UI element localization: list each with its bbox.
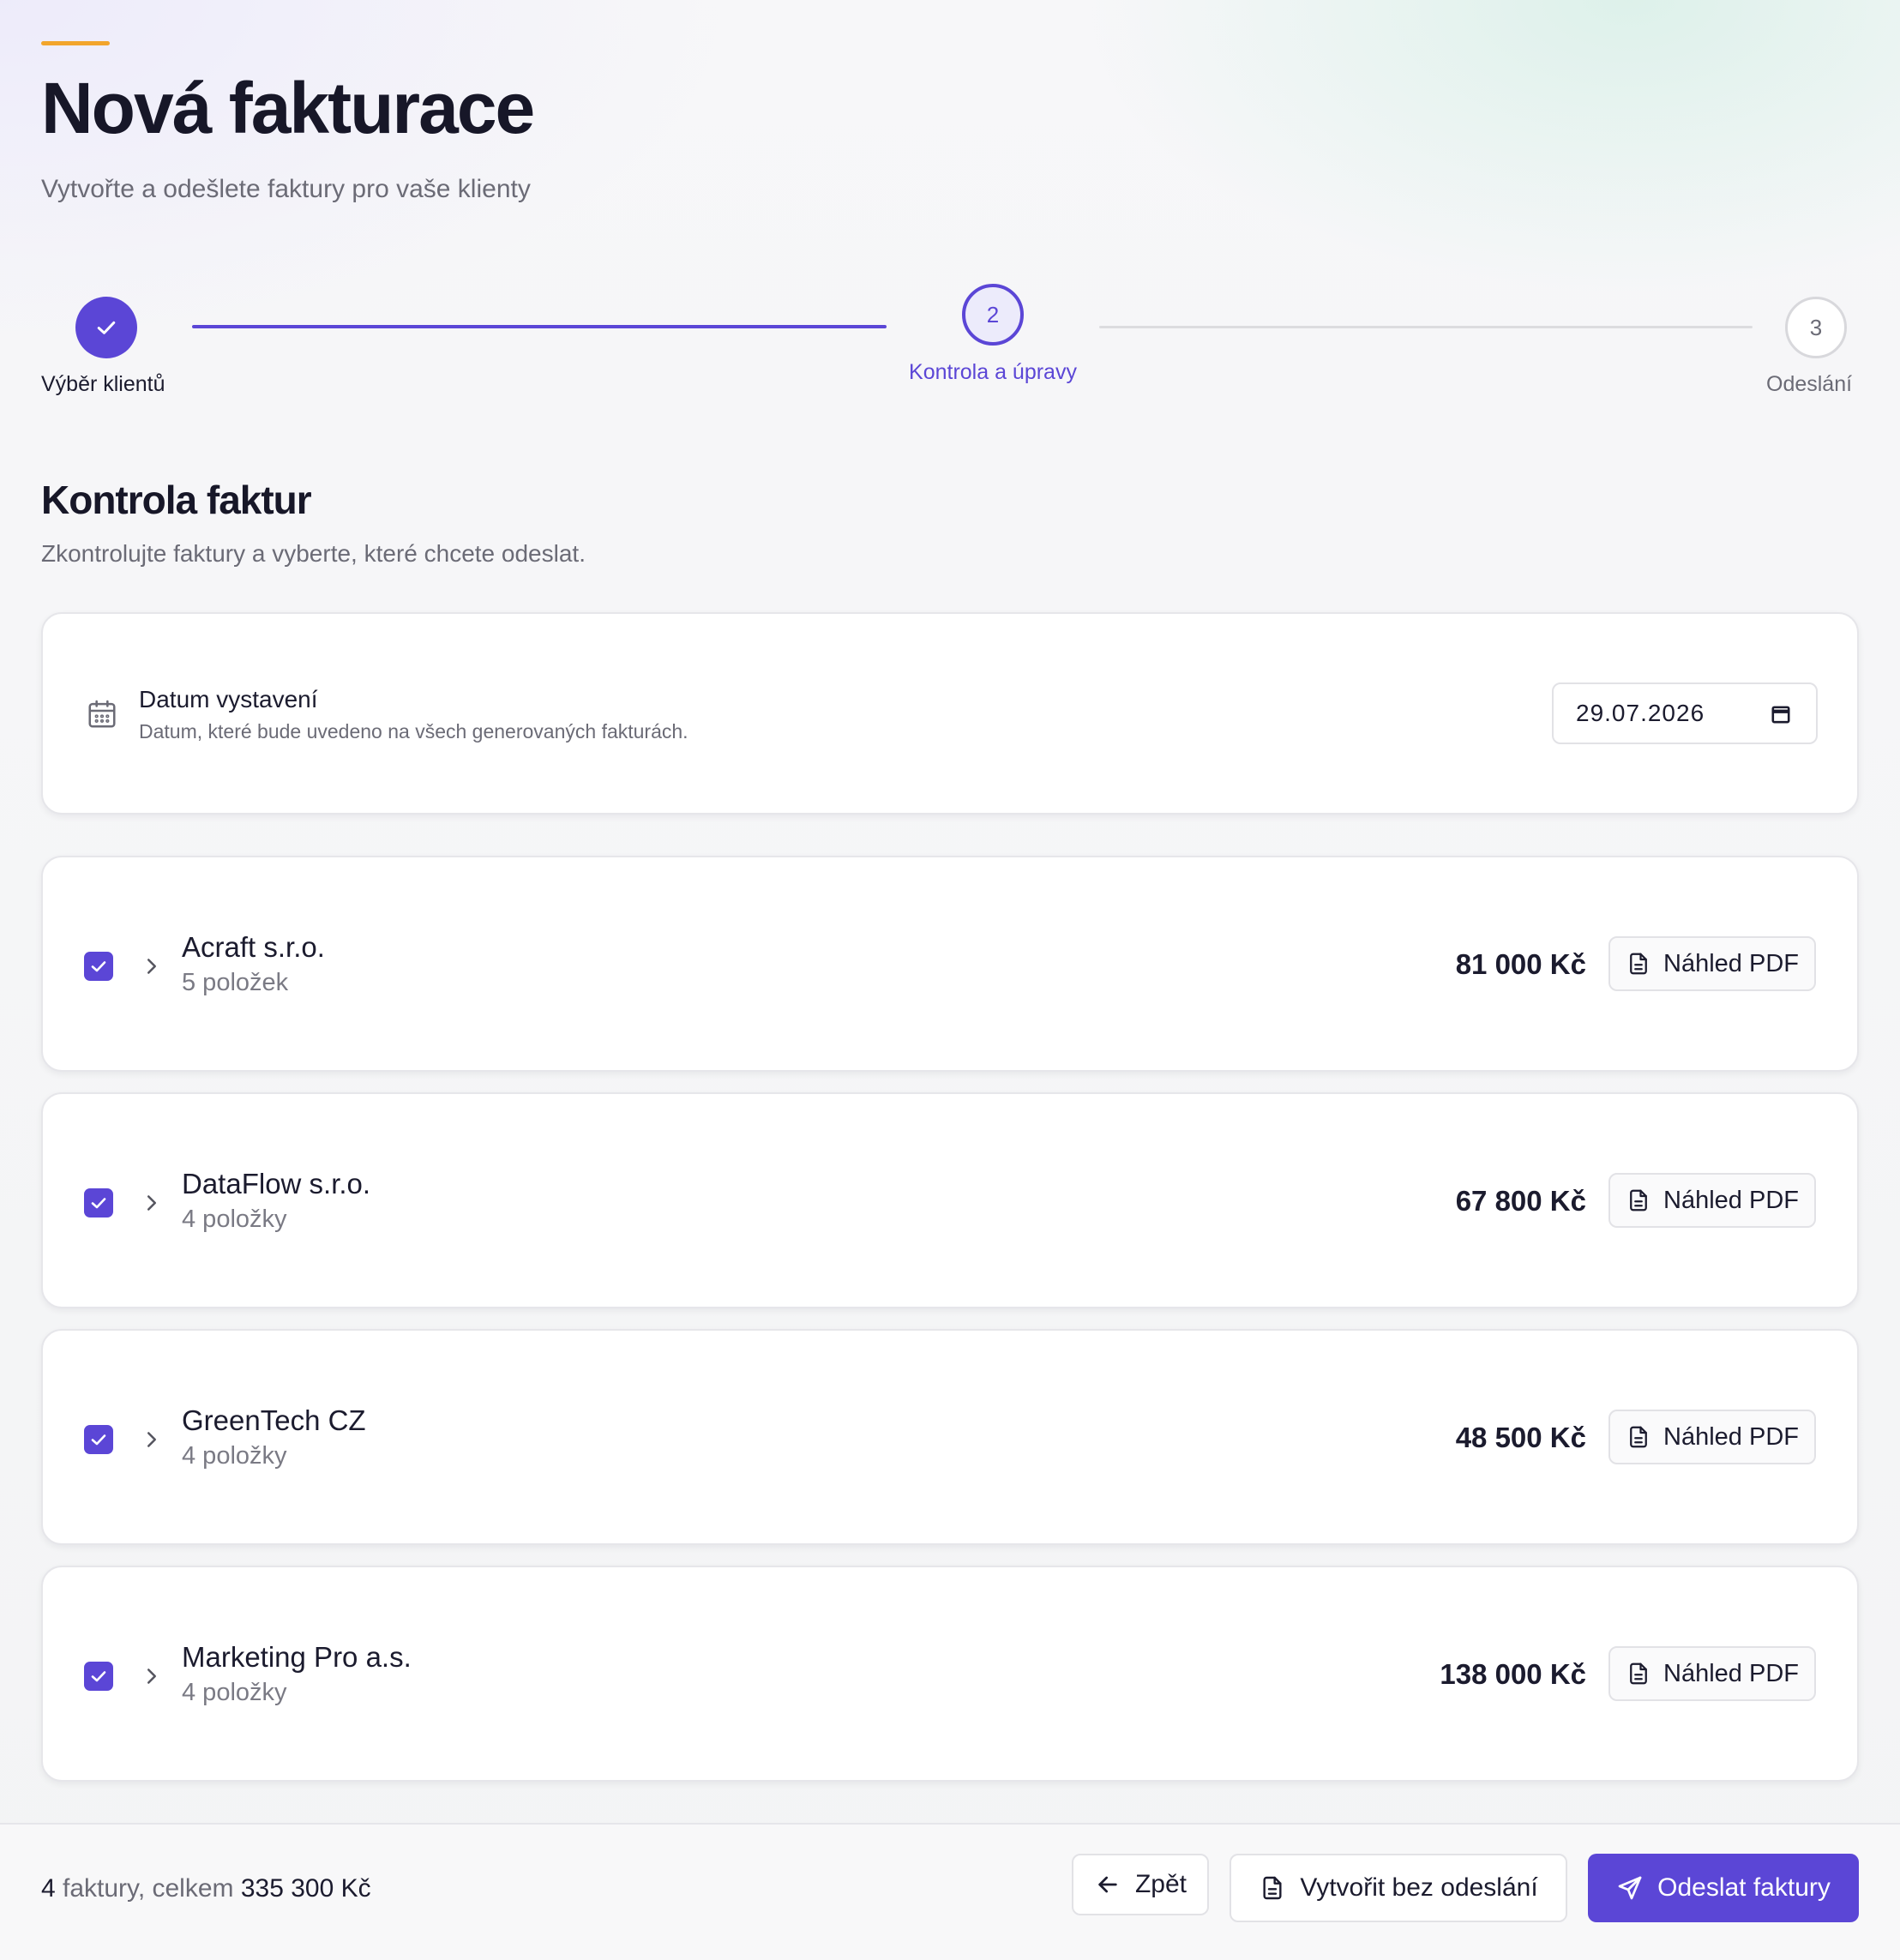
client-item-count: 4 položky (182, 1205, 287, 1233)
pdf-preview-label: Náhled PDF (1663, 1186, 1799, 1214)
step-1-circle[interactable] (75, 297, 137, 358)
pdf-preview-button[interactable]: Náhled PDF (1608, 1173, 1816, 1228)
page-subtitle: Vytvořte a odešlete faktury pro vaše kli… (41, 175, 531, 203)
chevron-right-icon[interactable] (139, 1190, 165, 1216)
pdf-preview-button[interactable]: Náhled PDF (1608, 1410, 1816, 1464)
client-name: GreenTech CZ (182, 1404, 366, 1436)
check-icon (91, 1434, 106, 1446)
document-icon (1630, 1189, 1647, 1211)
check-icon (91, 1671, 106, 1682)
section-subtitle: Zkontrolujte faktury a vyberte, které ch… (41, 540, 586, 567)
invoice-summary: 4 faktury, celkem 335 300 Kč (41, 1874, 371, 1903)
invoice-amount: 48 500 Kč (1455, 1422, 1586, 1453)
invoice-checkbox[interactable] (84, 1188, 113, 1217)
chevron-right-icon[interactable] (139, 1663, 165, 1689)
invoice-amount: 138 000 Kč (1440, 1658, 1586, 1690)
invoice-amount: 81 000 Kč (1455, 948, 1586, 980)
summary-count-suffix: faktury, celkem (55, 1874, 241, 1903)
pdf-preview-label: Náhled PDF (1663, 1659, 1799, 1687)
invoice-checkbox[interactable] (84, 1425, 113, 1454)
summary-count: 4 (41, 1874, 56, 1903)
step-3-circle[interactable]: 3 (1785, 297, 1847, 358)
send-icon (1618, 1876, 1642, 1900)
pdf-preview-label: Náhled PDF (1663, 949, 1799, 977)
check-icon (97, 321, 116, 334)
pdf-preview-button[interactable]: Náhled PDF (1608, 936, 1816, 991)
step-2-circle[interactable]: 2 (962, 284, 1024, 346)
summary-total: 335 300 Kč (240, 1874, 371, 1903)
chevron-right-icon[interactable] (139, 1427, 165, 1452)
step-3-label: Odeslání (1766, 372, 1853, 396)
issue-date-input[interactable]: 29.07.2026 (1552, 682, 1818, 744)
back-button[interactable]: Zpět (1072, 1854, 1209, 1915)
check-icon (91, 961, 106, 972)
client-item-count: 4 položky (182, 1442, 287, 1470)
invoice-checkbox[interactable] (84, 952, 113, 981)
issue-date-title: Datum vystavení (139, 686, 318, 712)
invoice-card[interactable]: DataFlow s.r.o. 4 položky 67 800 Kč Náhl… (41, 1092, 1859, 1308)
new-invoicing-page: Nová fakturace Vytvořte a odešlete faktu… (0, 0, 1900, 1960)
invoice-amount: 67 800 Kč (1455, 1185, 1586, 1217)
create-button-label: Vytvořit bez odeslání (1300, 1873, 1538, 1902)
invoice-card[interactable]: Marketing Pro a.s. 4 položky 138 000 Kč … (41, 1566, 1859, 1782)
page-title: Nová fakturace (41, 68, 535, 148)
issue-date-card: Datum vystavení Datum, které bude uveden… (41, 612, 1859, 815)
client-item-count: 5 položek (182, 969, 289, 996)
step-connector-completed (192, 325, 887, 328)
document-icon (1630, 953, 1647, 975)
client-name: Marketing Pro a.s. (182, 1641, 412, 1673)
date-picker-icon[interactable] (1770, 703, 1792, 725)
document-icon (1630, 1426, 1647, 1448)
create-without-sending-button[interactable]: Vytvořit bez odeslání (1230, 1854, 1567, 1922)
client-name: DataFlow s.r.o. (182, 1168, 371, 1199)
step-connector-pending (1099, 326, 1753, 328)
client-name: Acraft s.r.o. (182, 931, 325, 963)
send-invoices-button[interactable]: Odeslat faktury (1588, 1854, 1859, 1922)
title-accent-bar (41, 41, 110, 45)
invoice-card[interactable]: GreenTech CZ 4 položky 48 500 Kč Náhled … (41, 1329, 1859, 1545)
step-1-label: Výběr klientů (41, 372, 165, 396)
chevron-right-icon[interactable] (139, 953, 165, 979)
pdf-preview-label: Náhled PDF (1663, 1422, 1799, 1451)
back-button-label: Zpět (1134, 1870, 1188, 1898)
send-button-label: Odeslat faktury (1657, 1873, 1831, 1902)
document-icon (1263, 1876, 1282, 1900)
invoice-checkbox[interactable] (84, 1662, 113, 1691)
issue-date-value: 29.07.2026 (1576, 700, 1705, 726)
arrow-left-icon (1098, 1876, 1117, 1893)
issue-date-description: Datum, které bude uvedeno na všech gener… (139, 720, 688, 743)
client-item-count: 4 položky (182, 1679, 287, 1706)
step-2-label: Kontrola a úpravy (909, 360, 1077, 384)
check-icon (91, 1198, 106, 1209)
invoice-card[interactable]: Acraft s.r.o. 5 položek 81 000 Kč Náhled… (41, 856, 1859, 1072)
document-icon (1630, 1662, 1647, 1685)
calendar-icon (88, 700, 116, 728)
section-title: Kontrola faktur (41, 478, 312, 522)
footer-bar: 4 faktury, celkem 335 300 Kč Zpět Vytvoř… (0, 1823, 1900, 1960)
pdf-preview-button[interactable]: Náhled PDF (1608, 1646, 1816, 1701)
